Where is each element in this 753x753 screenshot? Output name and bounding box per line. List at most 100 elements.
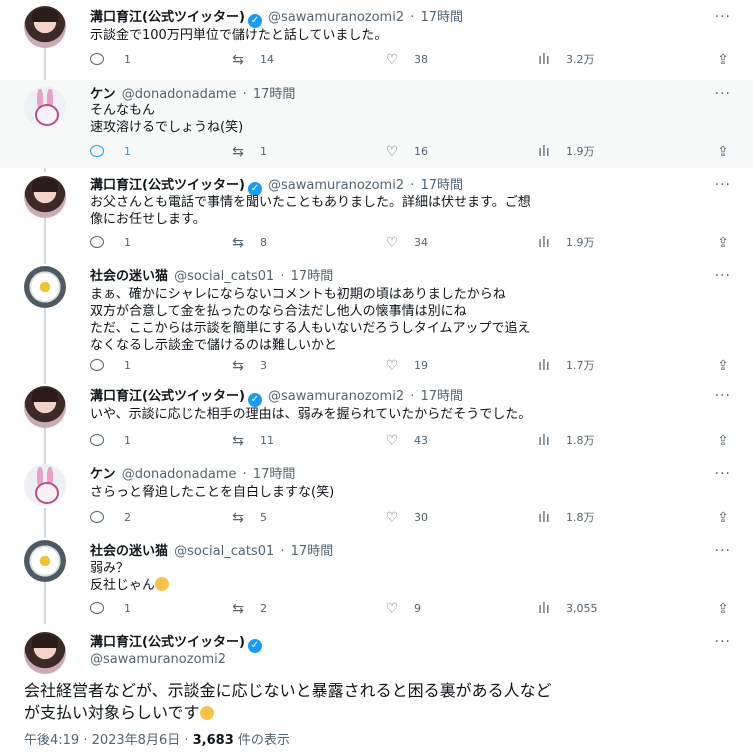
reply-button[interactable]: 2 [90,508,131,528]
share-button[interactable]: ⇪ [715,508,731,528]
tweet-text: いや、示談に応じた相手の理由は、弱みを握られていたからだそうでした。 [90,406,737,423]
reply-button[interactable]: 1 [90,599,131,619]
like-button[interactable]: ♡ 16 [384,142,428,162]
like-button[interactable]: ♡ 19 [384,356,428,376]
display-name[interactable]: 社会の迷い猫 [90,269,168,284]
display-name[interactable]: 溝口育江(公式ツイッター) [90,178,245,193]
more-options-icon[interactable]: ··· [715,177,731,193]
display-name[interactable]: 溝口育江(公式ツイッター) [90,635,245,650]
reply-button[interactable]: 1 [90,50,131,70]
more-options-icon[interactable]: ··· [715,466,731,482]
retweet-icon: ⇆ [232,510,244,526]
share-button[interactable]: ⇪ [715,50,731,70]
avatar[interactable] [24,464,66,506]
handle[interactable]: @sawamuranozomi2 [268,10,404,25]
share-button[interactable]: ⇪ [715,356,731,376]
timestamp[interactable]: 午後4:19 · 2023年8月6日 · [24,733,193,748]
reply-button[interactable]: 1 [90,431,131,451]
view-count: 3.2万 [566,53,595,66]
retweet-button[interactable]: ⇆ 14 [230,50,274,70]
tweet[interactable]: 社会の迷い猫 @social_cats01 · 17時間 ··· まぁ、確かにシ… [0,262,753,380]
like-button[interactable]: ♡ 30 [384,508,428,528]
share-icon: ⇪ [717,52,729,68]
share-button[interactable]: ⇪ [715,431,731,451]
views-button[interactable]: ılı 1.8万 [536,431,594,451]
reply-count: 1 [124,236,131,249]
more-options-icon[interactable]: ··· [715,86,731,102]
views-button[interactable]: ılı 1.7万 [536,356,594,376]
share-button[interactable]: ⇪ [715,142,731,162]
avatar[interactable] [24,540,66,582]
timestamp[interactable]: 17時間 [253,87,296,102]
tweet-actions: 1 ⇆ 8 ♡ 34 ılı 1.9万 ⇪ [90,233,731,253]
avatar[interactable] [24,6,66,48]
heart-icon: ♡ [385,601,399,617]
tweet[interactable]: ケン @donadonadame · 17時間 ··· そんなもん 速攻溶けるで… [0,80,753,168]
more-options-icon[interactable]: ··· [715,268,731,284]
timestamp[interactable]: 17時間 [291,269,334,284]
separator: · [276,544,289,559]
retweet-button[interactable]: ⇆ 11 [230,431,274,451]
display-name[interactable]: ケン [90,467,116,482]
views-button[interactable]: ılı 3,055 [536,599,597,619]
retweet-button[interactable]: ⇆ 1 [230,142,267,162]
tweet-line: 弱み？ [90,561,130,576]
reply-count: 1 [124,145,131,158]
like-button[interactable]: ♡ 38 [384,50,428,70]
handle[interactable]: @donadonadame [122,87,237,102]
like-button[interactable]: ♡ 9 [384,599,421,619]
handle[interactable]: @donadonadame [122,467,237,482]
share-button[interactable]: ⇪ [715,599,731,619]
display-name[interactable]: 溝口育江(公式ツイッター) [90,389,245,404]
retweet-button[interactable]: ⇆ 2 [230,599,267,619]
tweet-line: 示談金で100万円単位で儲けたと話していました。 [90,28,388,43]
more-options-icon[interactable]: ··· [715,634,731,650]
timestamp[interactable]: 17時間 [421,178,464,193]
retweet-count: 14 [260,53,274,66]
analytics-icon: ılı [538,433,550,449]
tweet[interactable]: 社会の迷い猫 @social_cats01 · 17時間 ··· 弱み？ 反社じ… [0,538,753,624]
more-options-icon[interactable]: ··· [715,543,731,559]
retweet-button[interactable]: ⇆ 8 [230,233,267,253]
retweet-button[interactable]: ⇆ 5 [230,508,267,528]
more-options-icon[interactable]: ··· [715,388,731,404]
handle[interactable]: @social_cats01 [174,269,274,284]
handle[interactable]: @sawamuranozomi2 [268,389,404,404]
timestamp[interactable]: 17時間 [421,389,464,404]
tweet[interactable]: 溝口育江(公式ツイッター) ✓ @sawamuranozomi2 · 17時間 ·… [0,172,753,260]
reply-icon [90,511,104,523]
more-options-icon[interactable]: ··· [715,9,731,25]
avatar[interactable] [24,386,66,428]
like-button[interactable]: ♡ 34 [384,233,428,253]
timestamp[interactable]: 17時間 [421,10,464,25]
views-button[interactable]: ılı 1.9万 [536,233,594,253]
display-name[interactable]: 社会の迷い猫 [90,544,168,559]
avatar[interactable] [24,86,66,128]
timestamp[interactable]: 17時間 [291,544,334,559]
handle[interactable]: @social_cats01 [174,544,274,559]
tweet[interactable]: 溝口育江(公式ツイッター) ✓ @sawamuranozomi2 · 17時間 ·… [0,0,753,86]
tweet[interactable]: 溝口育江(公式ツイッター) ✓ @sawamuranozomi2 · 17時間 ·… [0,382,753,462]
heart-icon: ♡ [385,433,399,449]
handle[interactable]: @sawamuranozomi2 [268,178,404,193]
views-button[interactable]: ılı 3.2万 [536,50,595,70]
share-button[interactable]: ⇪ [715,233,731,253]
avatar[interactable] [24,632,66,674]
timestamp[interactable]: 17時間 [253,467,296,482]
retweet-count: 5 [260,511,267,524]
reply-button[interactable]: 1 [90,356,131,376]
views-button[interactable]: ılı 1.8万 [536,508,594,528]
retweet-button[interactable]: ⇆ 3 [230,356,267,376]
avatar[interactable] [24,176,66,218]
reply-button[interactable]: 1 [90,142,131,162]
display-name[interactable]: 溝口育江(公式ツイッター) [90,10,245,25]
reply-button[interactable]: 1 [90,233,131,253]
tweet[interactable]: ケン @donadonadame · 17時間 ··· さらっと脅迫したことを自… [0,460,753,538]
views-button[interactable]: ılı 1.9万 [536,142,594,162]
display-name[interactable]: ケン [90,87,116,102]
handle[interactable]: @sawamuranozomi2 [90,652,226,667]
like-button[interactable]: ♡ 43 [384,431,428,451]
tweet-line: まぁ、確かにシャレにならないコメントも初期の頃はありましたからね [90,287,506,302]
tweet-text: 弱み？ 反社じゃん [90,560,737,594]
avatar[interactable] [24,266,66,308]
